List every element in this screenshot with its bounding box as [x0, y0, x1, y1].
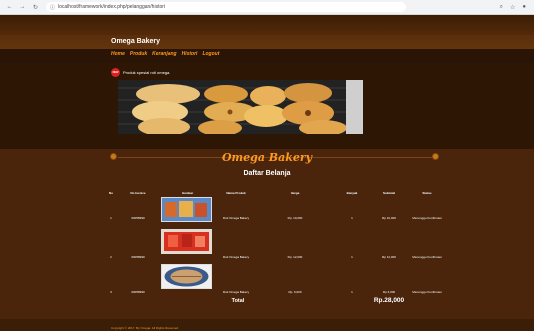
bookmark-star-icon[interactable]: ☆ — [510, 4, 515, 11]
product-thumbnail — [161, 264, 212, 289]
thumbnail-art — [162, 198, 211, 221]
promo: NEW Produk spesial roti omega. — [111, 68, 170, 77]
row-qty: 1 — [351, 255, 353, 259]
row-no: 2 — [110, 255, 112, 259]
row-status: Menunggu Konfirmasi — [412, 255, 442, 259]
new-badge: NEW — [111, 68, 120, 77]
menu-histori[interactable]: Histori — [182, 51, 198, 57]
menu-logout[interactable]: Logout — [202, 51, 219, 57]
copyright-text: Copyright © 2017. By Omega. All Rights R… — [111, 326, 179, 330]
forward-icon[interactable]: → — [19, 4, 26, 11]
bread-banner-art — [118, 80, 363, 134]
product-thumbnail — [161, 197, 212, 222]
col-invoice: No Invoice — [130, 191, 146, 195]
page-title: Daftar Belanja — [243, 170, 291, 177]
col-image: Gambar — [181, 191, 194, 195]
col-product: Nama Produk — [226, 191, 246, 195]
row-product: Roti Omega Bakery — [222, 216, 250, 220]
col-price: Harga — [290, 191, 300, 195]
info-icon: ⓘ — [50, 4, 56, 11]
table-header: No No Invoice Gambar Nama Produk Harga B… — [0, 191, 534, 197]
total-value: Rp.28,000 — [373, 297, 405, 304]
site-top-band — [0, 15, 534, 35]
menu-bar — [0, 49, 534, 63]
row-price: Rp. 12,000 — [287, 255, 303, 259]
address-bar[interactable]: ⓘ localhost/framework/index.php/pelangga… — [46, 2, 406, 12]
menu-keranjang[interactable]: Keranjang — [152, 51, 176, 57]
browser-toolbar: ← → ↻ ⓘ localhost/framework/index.php/pe… — [0, 0, 534, 15]
menu-home[interactable]: Home — [111, 51, 125, 57]
account-icon[interactable]: ● — [522, 4, 526, 11]
row-no: 1 — [110, 216, 112, 220]
row-product: Roti Omega Bakery — [222, 255, 250, 259]
menu-produk[interactable]: Produk — [130, 51, 147, 57]
footer — [0, 319, 534, 331]
row-price: Rp. 10,000 — [287, 216, 303, 220]
brand-title: Omega Bakery — [111, 38, 161, 45]
row-qty: 1 — [351, 216, 353, 220]
section-heading: Omega Bakery — [221, 151, 313, 164]
row-invoice: 00058999 — [131, 255, 145, 259]
col-qty: Banyak — [346, 191, 358, 195]
row-invoice: 00058999 — [131, 216, 145, 220]
main-menu: Home Produk Keranjang Histori Logout — [111, 51, 219, 57]
total-label: Total — [231, 298, 245, 304]
row-status: Menunggu Konfirmasi — [412, 216, 442, 220]
total-row: Total Rp.28,000 — [0, 297, 534, 308]
thumbnail-art — [162, 265, 211, 288]
table-row: 1 00058999 Roti Omega Bakery Rp. 10,000 … — [0, 203, 534, 233]
promo-text: Produk spesial roti omega. — [123, 70, 171, 75]
search-icon[interactable]: ⌕ — [500, 4, 503, 11]
thumbnail-art — [162, 230, 211, 253]
reload-icon[interactable]: ↻ — [32, 4, 39, 11]
col-no: No — [109, 191, 113, 195]
col-status: Status — [422, 191, 432, 195]
bread-banner-image — [118, 80, 363, 134]
table-row: 2 00058999 Roti Omega Bakery Rp. 12,000 … — [0, 242, 534, 272]
address-text: localhost/framework/index.php/pelanggan/… — [58, 4, 166, 10]
back-icon[interactable]: ← — [6, 4, 13, 11]
product-thumbnail — [161, 229, 212, 254]
